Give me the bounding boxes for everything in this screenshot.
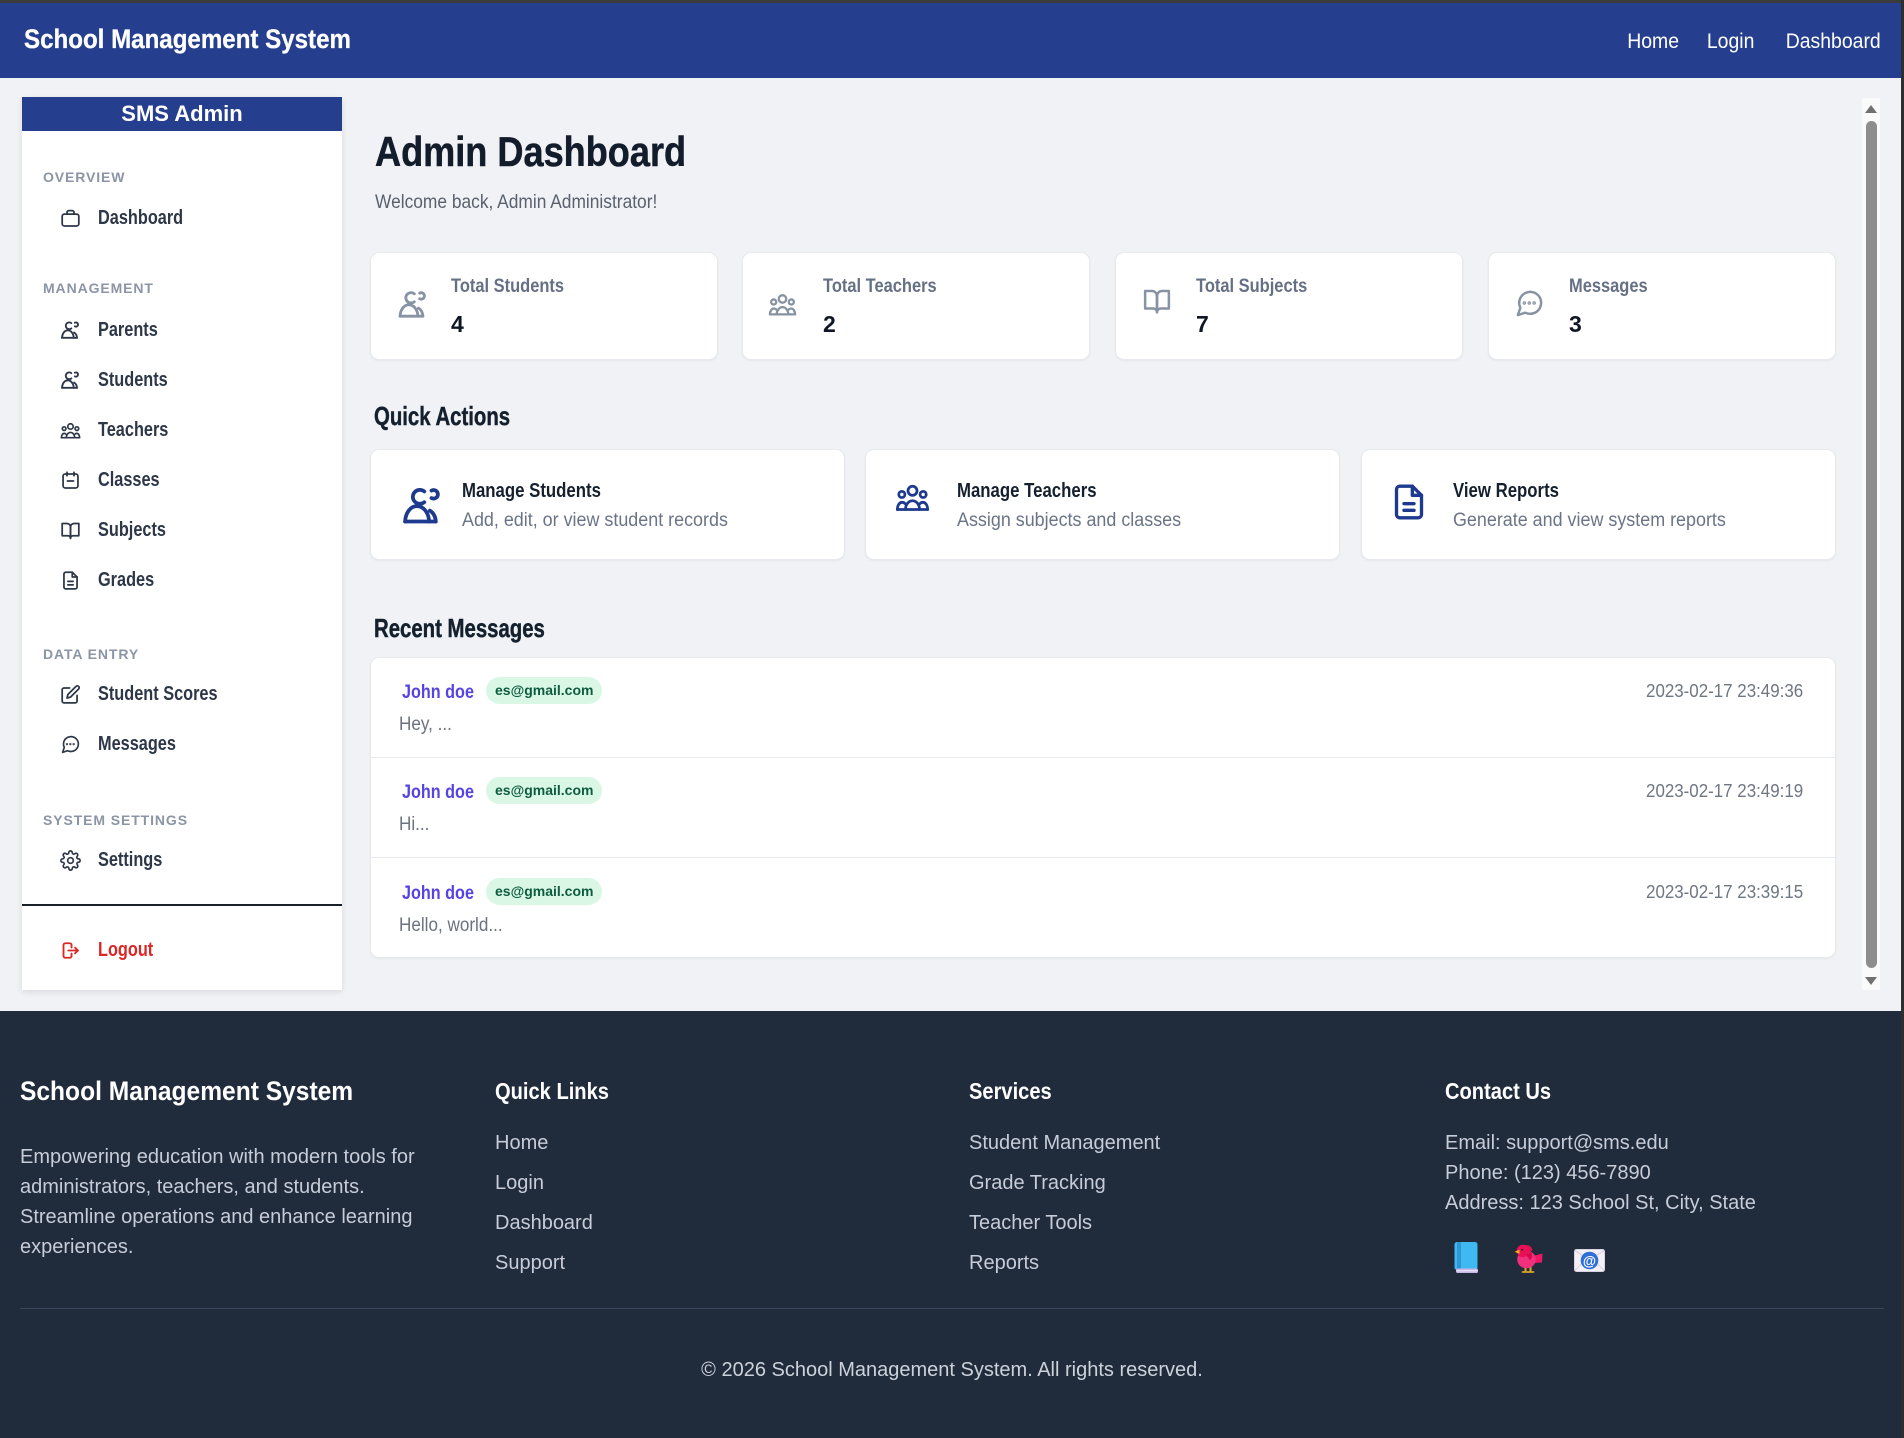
svg-text:@: @ [1583,1253,1596,1268]
